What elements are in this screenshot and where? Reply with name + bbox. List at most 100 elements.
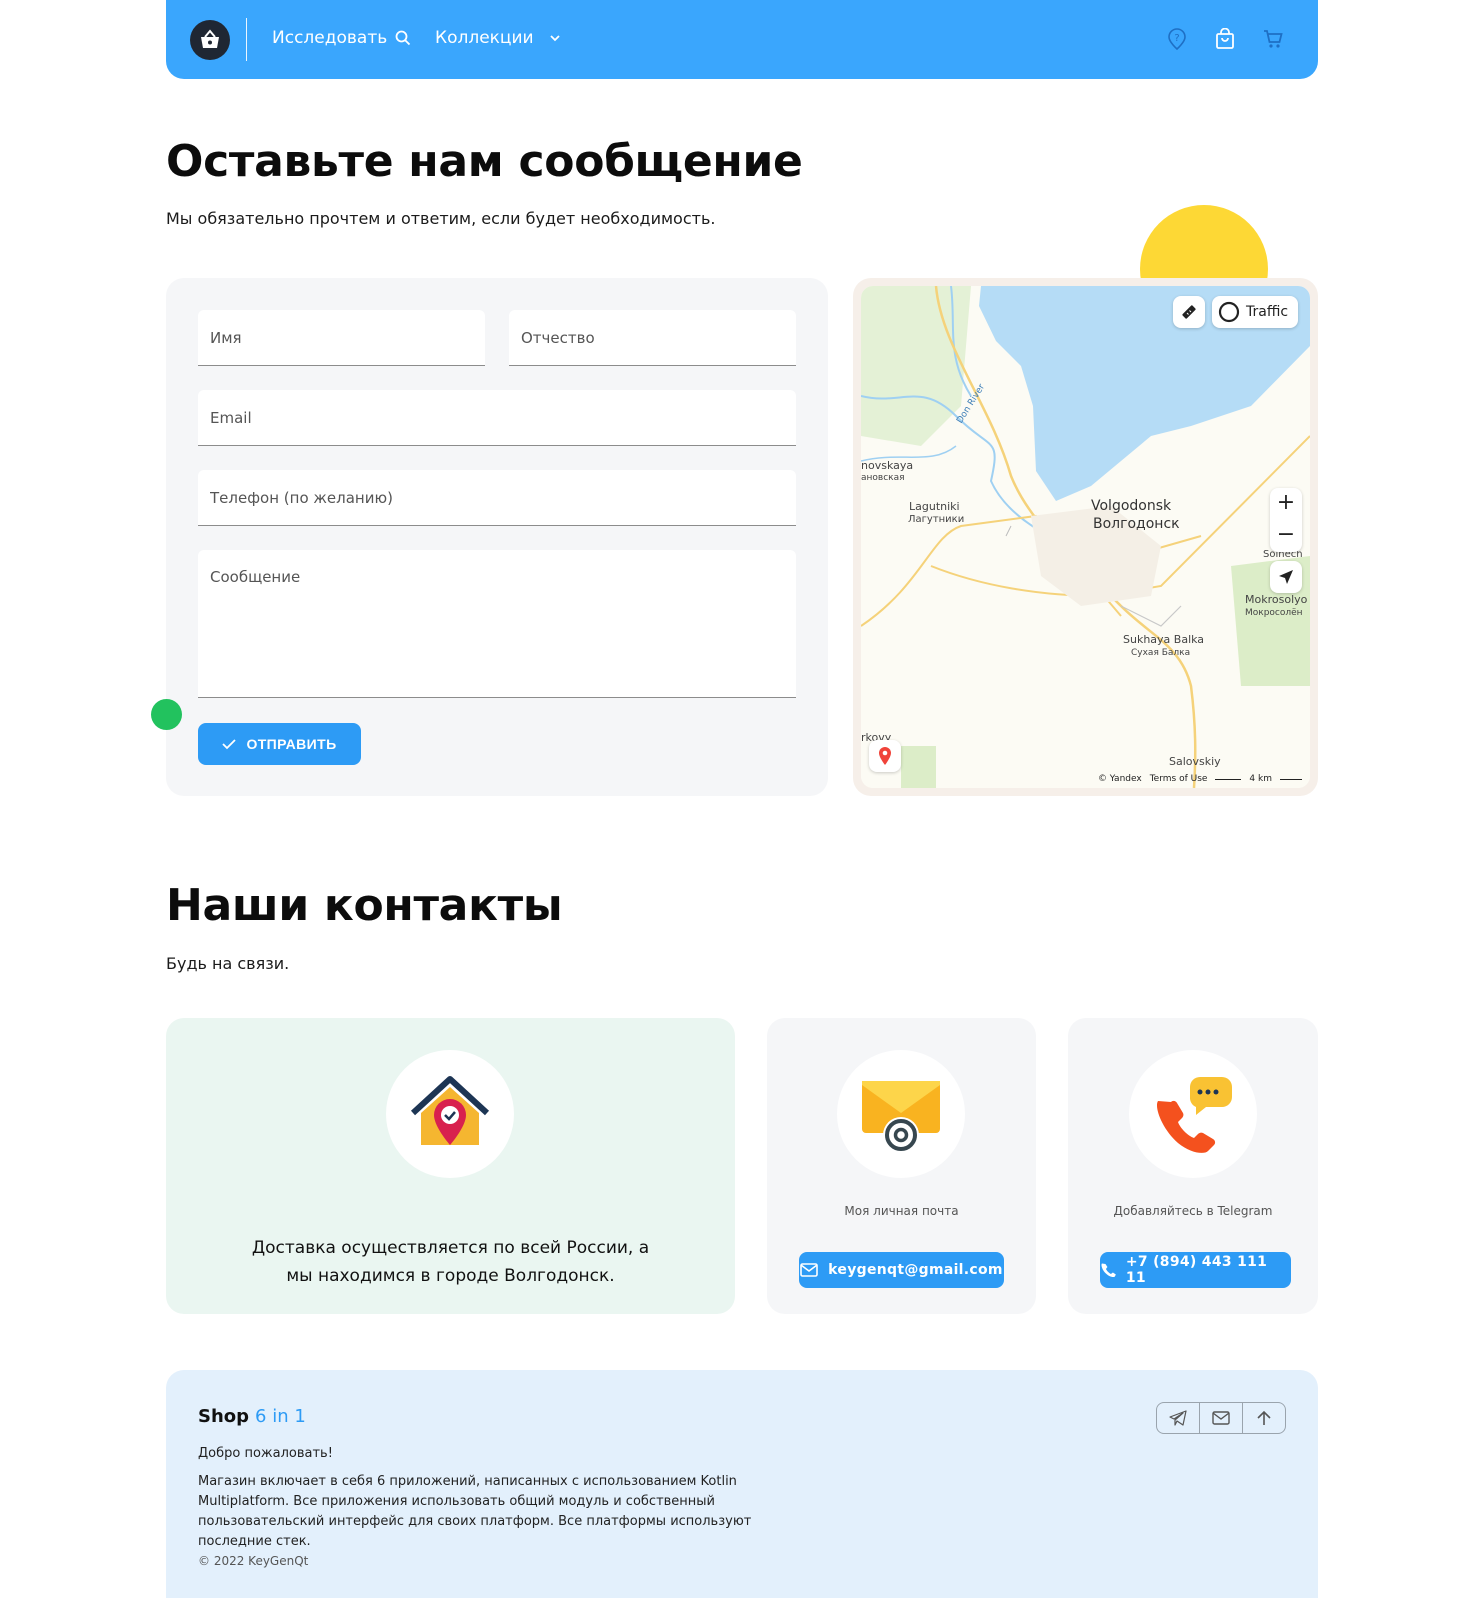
zoom-in-button[interactable]: + [1277, 488, 1295, 520]
map-label-sukhaya-en: Sukhaya Balka [1123, 633, 1205, 646]
map-label-lagutniki-ru: Лагутники [908, 514, 965, 525]
traffic-button[interactable]: Traffic [1212, 296, 1298, 328]
nav-collections[interactable]: Коллекции [435, 28, 562, 48]
message-form: ОТПРАВИТЬ [166, 278, 828, 796]
map-label-novskaya-en: novskaya [861, 459, 914, 472]
zoom-control: + − [1270, 488, 1302, 552]
geolocation-button[interactable] [1270, 561, 1302, 593]
shop-logo[interactable] [190, 20, 230, 60]
traffic-label: Traffic [1246, 304, 1289, 320]
message-section-subtitle: Мы обязательно прочтем и ответим, если б… [166, 209, 716, 228]
message-field[interactable] [198, 550, 796, 698]
phone-field[interactable] [198, 470, 796, 526]
map-label-novskaya-ru: ановская [861, 473, 905, 483]
map-label-city-en: Volgodonsk [1091, 498, 1172, 514]
footer-mail-button[interactable] [1200, 1403, 1243, 1433]
map-label-city-ru: Волгодонск [1093, 516, 1180, 532]
scale-bar-right [1280, 778, 1302, 780]
terms-link[interactable]: Terms of Use [1150, 774, 1208, 784]
email-card: Моя личная почта keygenqt@gmail.com [767, 1018, 1036, 1314]
envelope-at-icon [862, 1081, 940, 1153]
patronymic-field[interactable] [509, 310, 796, 366]
map-label-lagutniki-en: Lagutniki [909, 500, 960, 513]
email-input[interactable] [198, 390, 796, 445]
email-button[interactable]: keygenqt@gmail.com [799, 1252, 1004, 1288]
search-icon [395, 30, 411, 46]
map-canvas[interactable] [861, 286, 1310, 788]
orders-button[interactable] [1213, 27, 1237, 51]
phone-input[interactable] [198, 470, 796, 525]
delivery-text: Доставка осуществляется по всей России, … [251, 1238, 650, 1286]
chevron-down-icon [549, 35, 560, 42]
email-field[interactable] [198, 390, 796, 446]
patronymic-input[interactable] [509, 310, 796, 365]
email-icon-circle [837, 1050, 965, 1178]
message-textarea[interactable] [198, 550, 796, 697]
map-label-mokrosol-ru: Мокросолён [1245, 608, 1303, 618]
cart-button[interactable] [1261, 27, 1285, 51]
basket-icon [201, 29, 219, 48]
check-icon [222, 739, 237, 750]
mail-icon [800, 1263, 818, 1277]
phone-button-label: +7 (894) 443 111 11 [1125, 1254, 1268, 1286]
scale-bar-left [1215, 778, 1242, 780]
delivery-icon-circle [386, 1050, 514, 1178]
telegram-icon-circle [1129, 1050, 1257, 1178]
first-name-field[interactable] [198, 310, 485, 366]
traffic-icon [1218, 301, 1240, 323]
svg-text:?: ? [1174, 33, 1179, 44]
map-label-mokrosol-en: Mokrosolyo [1245, 593, 1308, 606]
map-card: Don River novskaya ановская Lagutniki Ла… [853, 278, 1318, 796]
shopping-bag-icon [1216, 28, 1234, 49]
nav-explore[interactable]: Исследовать [272, 28, 411, 48]
footer: Shop 6 in 1 Добро пожаловать! Магазин вкл… [166, 1370, 1318, 1598]
email-caption: Моя личная почта [844, 1204, 959, 1218]
location-pin-icon [879, 747, 891, 765]
footer-copyright: © 2022 KeyGenQt [198, 1554, 309, 1568]
navigation-arrow-icon [1279, 570, 1293, 584]
footer-action-group [1156, 1402, 1286, 1434]
arrow-up-icon [1257, 1410, 1271, 1425]
phone-chat-icon [1156, 1077, 1232, 1153]
yandex-copyright: © Yandex [1097, 774, 1142, 784]
phone-icon [1101, 1263, 1116, 1278]
footer-description: Магазин включает в себя 6 приложений, на… [198, 1474, 752, 1549]
map-pin-button[interactable] [869, 740, 901, 772]
mail-icon [1212, 1411, 1230, 1425]
yandex-map[interactable]: Don River novskaya ановская Lagutniki Ла… [861, 286, 1310, 788]
telegram-icon [1169, 1410, 1187, 1426]
zoom-out-button[interactable]: − [1277, 520, 1295, 552]
contacts-section-title: Наши контакты [166, 880, 563, 931]
footer-telegram-button[interactable] [1157, 1403, 1200, 1433]
telegram-card: Добавляйтесь в Telegram +7 (894) 443 111… [1068, 1018, 1318, 1314]
decorative-green-dot [151, 699, 182, 730]
ruler-icon [1182, 305, 1196, 319]
footer-welcome: Добро пожаловать! [198, 1446, 333, 1461]
footer-scroll-top-button[interactable] [1243, 1403, 1285, 1433]
ruler-button[interactable] [1173, 296, 1205, 328]
help-icon: ? [1168, 28, 1186, 51]
header-divider [246, 18, 247, 61]
cart-icon [1264, 30, 1283, 48]
first-name-input[interactable] [198, 310, 485, 365]
send-button-label: ОТПРАВИТЬ [246, 736, 337, 752]
footer-brand-accent: 6 in 1 [255, 1406, 306, 1427]
map-attribution: © Yandex Terms of Use 4 km [1098, 774, 1302, 784]
send-button[interactable]: ОТПРАВИТЬ [198, 723, 361, 765]
nav-explore-label: Исследовать [272, 28, 388, 48]
house-location-icon [410, 1076, 490, 1145]
message-section-title: Оставьте нам сообщение [166, 136, 803, 187]
delivery-card: Доставка осуществляется по всей России, … [166, 1018, 735, 1314]
map-label-sukhaya-ru: Сухая Балка [1131, 648, 1191, 658]
telegram-caption: Добавляйтесь в Telegram [1113, 1204, 1273, 1218]
phone-button[interactable]: +7 (894) 443 111 11 [1100, 1252, 1291, 1288]
contacts-section-subtitle: Будь на связи. [166, 954, 290, 973]
help-button[interactable]: ? [1165, 27, 1189, 51]
top-app-bar: Исследовать Коллекции ? [166, 0, 1318, 79]
footer-brand-name: Shop [198, 1406, 250, 1427]
email-button-label: keygenqt@gmail.com [828, 1262, 1003, 1278]
map-label-salovskiy: Salovskiy [1169, 755, 1221, 768]
scale-label: 4 km [1249, 774, 1272, 784]
footer-brand: Shop 6 in 1 [198, 1406, 306, 1427]
nav-collections-label: Коллекции [435, 28, 534, 48]
